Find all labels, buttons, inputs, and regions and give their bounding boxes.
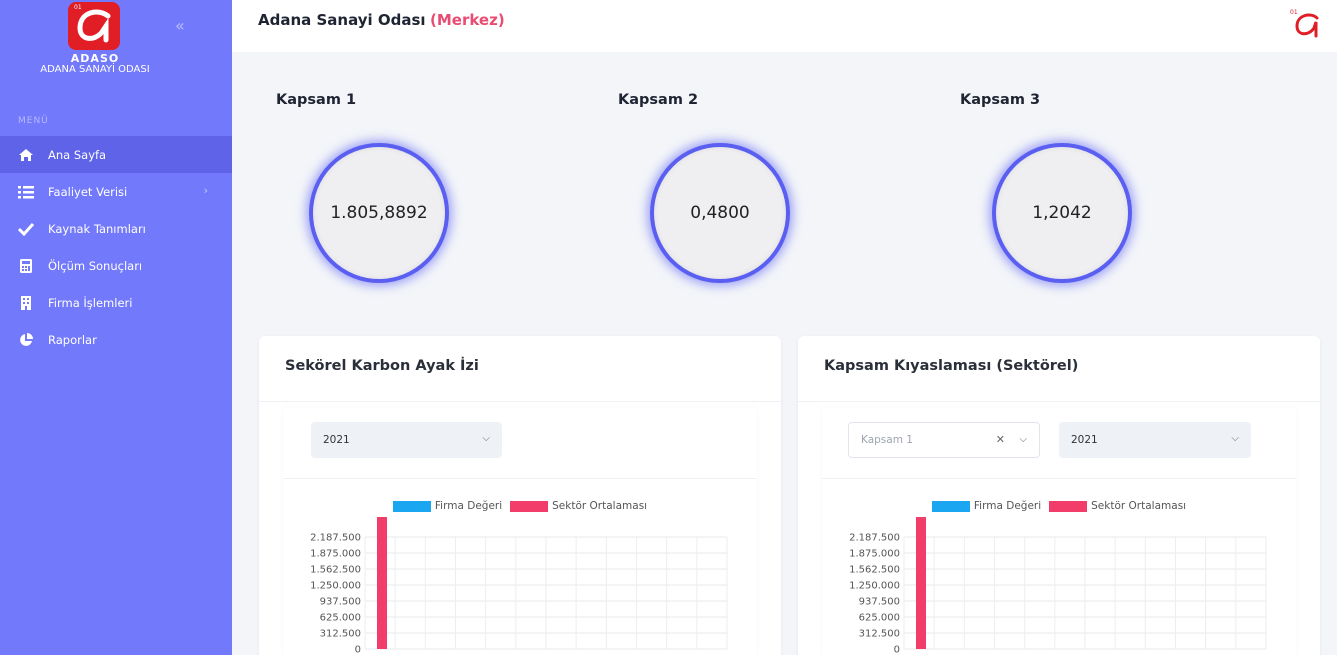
- y-tick-label: 0: [355, 645, 361, 655]
- y-tick-label: 1.562.500: [849, 565, 900, 576]
- logo-icon: 01: [68, 2, 120, 50]
- y-tick-label: 937.500: [320, 597, 361, 608]
- y-tick-label: 1.250.000: [310, 581, 361, 592]
- calculator-icon: [18, 258, 34, 274]
- scope-1-value: 1.805,8892: [309, 143, 449, 283]
- scope-select[interactable]: Kapsam 1 ✕ ⌵: [848, 422, 1040, 458]
- sidebar-item-faaliyet-verisi[interactable]: Faaliyet Verisi ›: [0, 173, 232, 210]
- brand-mark-icon: 01: [1290, 9, 1319, 38]
- y-tick-label: 312.500: [859, 629, 900, 640]
- y-tick-label: 2.187.500: [310, 533, 361, 544]
- sidebar-item-label: Ana Sayfa: [48, 147, 107, 162]
- sidebar-item-firma-islemleri[interactable]: Firma İşlemleri: [0, 284, 232, 321]
- y-tick-label: 937.500: [859, 597, 900, 608]
- sidebar: 01 ADASO ADANA SANAYİ ODASI « MENÜ Ana S…: [0, 0, 232, 655]
- collapse-sidebar-icon[interactable]: «: [175, 16, 185, 35]
- y-tick-label: 1.562.500: [310, 565, 361, 576]
- legend-label: Sektör Ortalaması: [1091, 500, 1187, 512]
- page-title: Adana Sanayi Odası: [258, 11, 426, 29]
- scope-1-title: Kapsam 1: [276, 92, 357, 108]
- legend-label: Firma Değeri: [434, 500, 503, 512]
- sidebar-item-olcum-sonuclari[interactable]: Ölçüm Sonuçları: [0, 247, 232, 284]
- bar-sektor[interactable]: [377, 517, 387, 649]
- logo-subtitle: ADANA SANAYİ ODASI: [40, 64, 150, 75]
- legend-label: Sektör Ortalaması: [552, 500, 648, 512]
- legend-item[interactable]: Firma Değeri: [392, 500, 503, 512]
- y-tick-label: 625.000: [859, 613, 900, 624]
- page-subtitle: (Merkez): [430, 11, 505, 29]
- divider: [283, 478, 757, 479]
- bar-sektor[interactable]: [916, 517, 926, 649]
- chevron-right-icon: ›: [203, 184, 208, 197]
- chart-panel: 2021 ⌵ Firma Değeri Sektör Ortalaması 2.…: [283, 408, 757, 655]
- legend-label: Firma Değeri: [973, 500, 1042, 512]
- chart-legend: Firma Değeri Sektör Ortalaması: [283, 500, 757, 512]
- scope-comparison-card: Kapsam Kıyaslaması (Sektörel) Kapsam 1 ✕…: [798, 336, 1320, 655]
- y-tick-label: 625.000: [320, 613, 361, 624]
- y-tick-label: 1.875.000: [310, 549, 361, 560]
- logo[interactable]: 01 ADASO ADANA SANAYİ ODASI: [0, 0, 232, 90]
- sidebar-item-label: Kaynak Tanımları: [48, 221, 146, 236]
- chart-panel: Kapsam 1 ✕ ⌵ 2021 ⌵ Firma Değeri Sektör …: [822, 408, 1296, 655]
- building-icon: [18, 295, 34, 311]
- home-icon: [18, 147, 34, 163]
- card-title: Kapsam Kıyaslaması (Sektörel): [824, 358, 1079, 374]
- y-tick-label: 0: [894, 645, 900, 655]
- scope-2-value: 0,4800: [650, 143, 790, 283]
- legend-swatch-firma: [931, 500, 970, 512]
- scope-3-title: Kapsam 3: [960, 92, 1041, 108]
- y-tick-label: 312.500: [320, 629, 361, 640]
- svg-text:01: 01: [1290, 9, 1298, 16]
- year-select-value: 2021: [323, 434, 350, 446]
- legend-swatch-sektor: [1049, 500, 1088, 512]
- y-tick-label: 1.875.000: [849, 549, 900, 560]
- list-icon: [18, 184, 34, 200]
- sidebar-menu: Ana Sayfa Faaliyet Verisi › Kaynak Tanım…: [0, 136, 232, 358]
- check-icon: [18, 221, 34, 237]
- divider: [798, 401, 1320, 402]
- year-select-value: 2021: [1071, 434, 1098, 446]
- y-tick-label: 2.187.500: [849, 533, 900, 544]
- divider: [259, 401, 781, 402]
- sidebar-item-label: Firma İşlemleri: [48, 295, 133, 310]
- scope-3-value: 1,2042: [992, 143, 1132, 283]
- sidebar-item-ana-sayfa[interactable]: Ana Sayfa: [0, 136, 232, 173]
- bar-chart: 2.187.500 1.875.000 1.562.500 1.250.000 937.…: [849, 517, 1267, 655]
- legend-item[interactable]: Sektör Ortalaması: [510, 500, 647, 512]
- top-header: Adana Sanayi Odası (Merkez) 01: [232, 0, 1337, 52]
- year-select[interactable]: 2021 ⌵: [311, 422, 502, 458]
- card-title: Sekörel Karbon Ayak İzi: [285, 358, 479, 374]
- menu-caption: MENÜ: [18, 116, 49, 126]
- legend-swatch-sektor: [510, 500, 549, 512]
- sidebar-item-raporlar[interactable]: Raporlar: [0, 321, 232, 358]
- sectoral-footprint-card: Sekörel Karbon Ayak İzi 2021 ⌵ Firma Değ…: [259, 336, 781, 655]
- sidebar-item-label: Faaliyet Verisi: [48, 184, 128, 199]
- scope-select-value: Kapsam 1: [861, 434, 913, 446]
- scope-2-title: Kapsam 2: [618, 92, 699, 108]
- y-tick-label: 1.250.000: [849, 581, 900, 592]
- legend-item[interactable]: Firma Değeri: [931, 500, 1042, 512]
- year-select[interactable]: 2021 ⌵: [1059, 422, 1251, 458]
- sidebar-item-label: Raporlar: [48, 332, 97, 347]
- sidebar-item-kaynak-tanimlari[interactable]: Kaynak Tanımları: [0, 210, 232, 247]
- pie-chart-icon: [18, 332, 34, 348]
- chart-legend: Firma Değeri Sektör Ortalaması: [822, 500, 1296, 512]
- bar-chart: 2.187.500 1.875.000 1.562.500 1.250.000 937.…: [310, 517, 728, 655]
- legend-item[interactable]: Sektör Ortalaması: [1049, 500, 1186, 512]
- legend-swatch-firma: [392, 500, 431, 512]
- sidebar-item-label: Ölçüm Sonuçları: [48, 258, 143, 273]
- divider: [822, 478, 1296, 479]
- chevron-down-icon: ⌵: [482, 433, 490, 444]
- clear-icon[interactable]: ✕: [996, 433, 1005, 446]
- chevron-down-icon: ⌵: [1019, 434, 1027, 445]
- chevron-down-icon: ⌵: [1231, 433, 1239, 444]
